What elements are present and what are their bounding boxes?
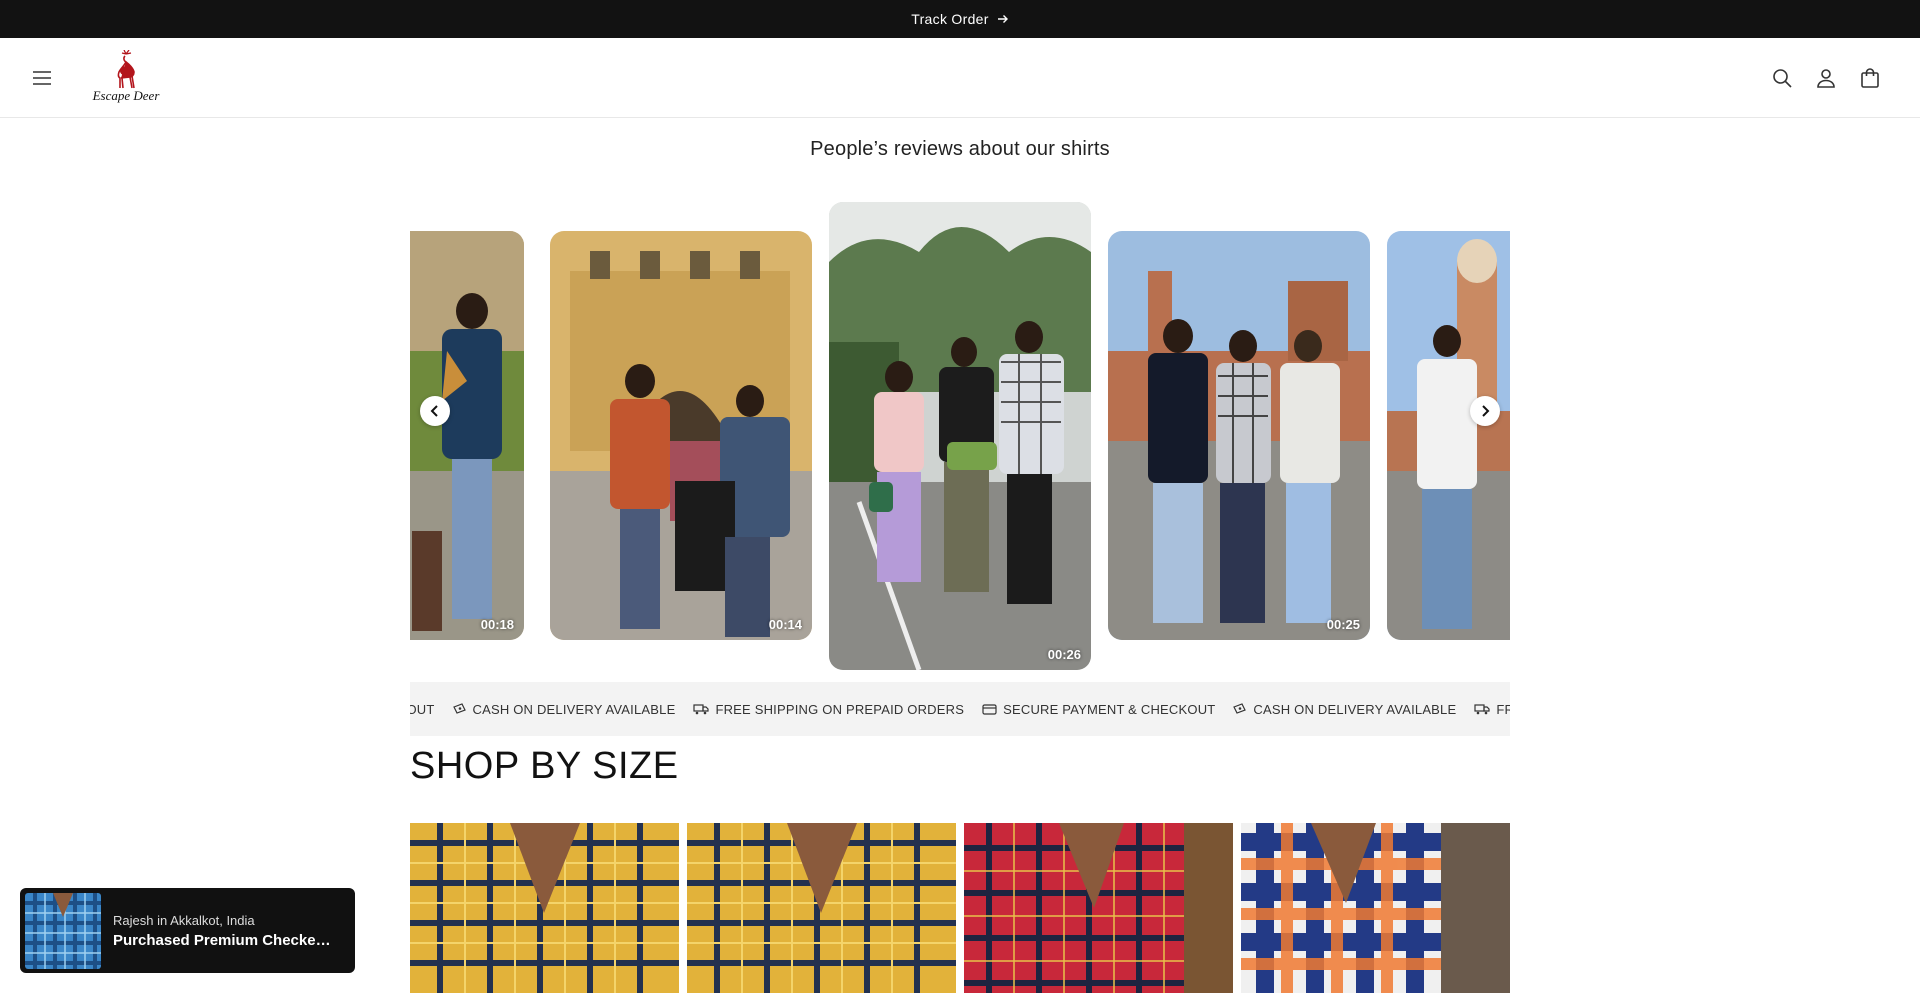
marquee-item: SECURE PAYMENT & CHECKOUT (982, 702, 1215, 717)
cart-icon[interactable] (1858, 66, 1882, 90)
announcement-bar[interactable]: Track Order (0, 0, 1920, 38)
review-video-card-active[interactable]: 00:26 (829, 202, 1091, 670)
marquee-item: FREE SHIPPING ON PREPAID ORDERS (693, 702, 964, 717)
marquee-item: FREE SHIPPING ON PREPAID ORDERS (1474, 702, 1510, 717)
cash-icon (452, 703, 466, 714)
video-thumbnail (829, 202, 1091, 670)
site-header: Escape Deer (0, 38, 1920, 118)
size-tile[interactable] (1241, 823, 1510, 993)
size-tile-image (410, 823, 679, 993)
size-tile[interactable] (687, 823, 956, 993)
marquee-item: CKOUT (410, 701, 435, 717)
arrow-right-icon (997, 13, 1009, 25)
review-video-card[interactable] (1387, 231, 1510, 640)
purchase-location: Rajesh in Akkalkot, India (113, 912, 255, 928)
carousel-prev-button[interactable] (420, 396, 450, 426)
video-thumbnail (1108, 231, 1370, 640)
size-tile-image (687, 823, 956, 993)
review-video-card[interactable]: 00:18 (410, 231, 524, 640)
cash-icon (1233, 703, 1247, 714)
deer-icon (117, 50, 135, 89)
chevron-left-icon (430, 405, 438, 417)
size-tile-image (1241, 823, 1510, 993)
search-icon[interactable] (1770, 66, 1794, 90)
reviews-title: People’s reviews about our shirts (810, 138, 1110, 160)
size-tile[interactable] (964, 823, 1233, 993)
video-thumbnail (550, 231, 812, 640)
video-thumbnail (1387, 231, 1510, 640)
product-thumbnail (25, 892, 101, 969)
benefits-marquee: CKOUT CASH ON DELIVERY AVAILABLE FREE SH… (410, 682, 1510, 736)
chevron-right-icon (1482, 405, 1490, 417)
shop-by-size-title: SHOP BY SIZE (410, 745, 679, 787)
marquee-item: CASH ON DELIVERY AVAILABLE (1233, 702, 1456, 717)
truck-icon (1474, 704, 1490, 715)
marquee-item: CASH ON DELIVERY AVAILABLE (452, 702, 676, 717)
video-duration: 00:18 (480, 617, 514, 632)
carousel-next-button[interactable] (1470, 396, 1500, 426)
video-thumbnail (410, 231, 524, 640)
menu-icon[interactable] (30, 66, 54, 90)
logo-text: Escape Deer (92, 88, 160, 103)
track-order-link[interactable]: Track Order (911, 11, 988, 27)
recent-purchase-toast[interactable]: Rajesh in Akkalkot, India Purchased Prem… (20, 888, 355, 973)
size-tile-image (964, 823, 1233, 993)
size-tile[interactable] (410, 823, 679, 993)
video-duration: 00:14 (768, 617, 802, 632)
video-duration: 00:25 (1326, 617, 1360, 632)
video-duration: 00:26 (1047, 647, 1081, 662)
truck-icon (693, 704, 710, 715)
review-video-carousel: 00:18 00:14 00:26 00:25 (410, 200, 1510, 672)
purchase-product: Purchased Premium Checked Shirt (113, 931, 333, 949)
review-video-card[interactable]: 00:25 (1108, 231, 1370, 640)
logo[interactable]: Escape Deer (86, 50, 166, 108)
account-icon[interactable] (1814, 66, 1838, 90)
review-video-card[interactable]: 00:14 (550, 231, 812, 640)
card-icon (982, 703, 997, 715)
